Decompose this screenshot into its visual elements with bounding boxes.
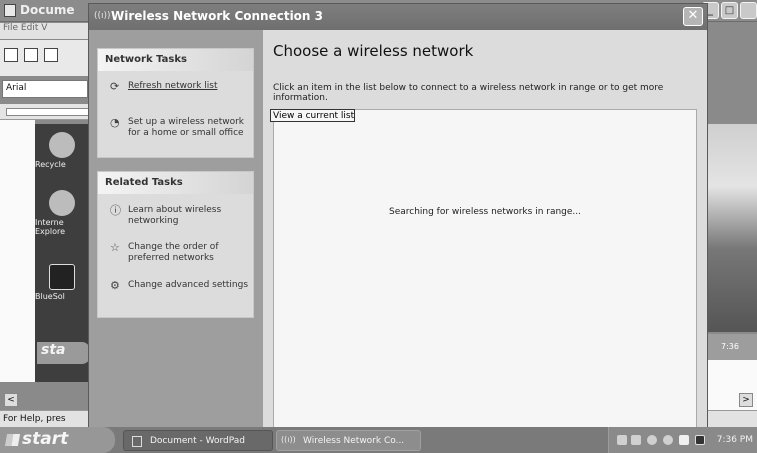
advanced-settings-link[interactable]: ⚙ Change advanced settings (110, 279, 250, 292)
taskbar-wireless-button[interactable]: ((ı)) Wireless Network Co... (276, 430, 421, 451)
refresh-network-list-label[interactable]: Refresh network list (128, 81, 217, 91)
close-button[interactable]: ✕ (683, 7, 703, 26)
wireless-taskbar-icon: ((ı)) (281, 435, 296, 444)
wordpad-window-controls: _ □ (702, 2, 757, 19)
related-tasks-header: Related Tasks (98, 172, 253, 194)
bluetooth-icon (49, 264, 75, 290)
internet-explorer-desktop-icon: Interne Explore (35, 190, 90, 236)
new-document-icon[interactable] (4, 48, 18, 62)
info-icon: ⓘ (110, 204, 121, 217)
save-icon[interactable] (44, 48, 58, 62)
wireless-titlebar[interactable]: ((ı)) Wireless Network Connection 3 ✕ (89, 4, 707, 30)
close-icon[interactable] (740, 2, 757, 19)
page-title: Choose a wireless network (273, 42, 474, 60)
recycle-bin-icon (49, 132, 75, 158)
wordpad-toolbar (0, 40, 90, 76)
change-order-label[interactable]: Change the order of preferred networks (128, 242, 218, 263)
setup-network-icon: ◔ (110, 116, 120, 129)
security-tray-icon[interactable] (647, 435, 657, 445)
tooltip: View a current list (270, 109, 355, 122)
related-tasks-box: Related Tasks ⓘ Learn about wireless net… (97, 171, 254, 318)
learn-wireless-label[interactable]: Learn about wireless networking (128, 205, 221, 226)
wordpad-title: Docume (20, 3, 75, 17)
network-tasks-header: Network Tasks (98, 49, 253, 71)
document-area[interactable] (0, 120, 35, 382)
recycle-bin-desktop-icon: Recycle (35, 132, 90, 169)
bluesoleil-label: BlueSol (35, 292, 65, 301)
wordpad-menubar[interactable]: File Edit V (0, 23, 90, 39)
learn-wireless-link[interactable]: ⓘ Learn about wireless networking (110, 205, 250, 227)
ruler-scale (6, 108, 90, 116)
setup-wireless-network-link[interactable]: ◔ Set up a wireless network for a home o… (110, 117, 250, 139)
taskbar-wordpad-button[interactable]: Document - WordPad (123, 430, 273, 451)
taskbar-wordpad-label: Document - WordPad (150, 436, 245, 446)
bluesoleil-desktop-icon: BlueSol (35, 264, 90, 301)
windows-flag-icon (4, 434, 21, 446)
sync-tray-icon[interactable] (663, 435, 673, 445)
wordpad-document-icon (4, 4, 16, 17)
wordpad-icon (132, 436, 142, 447)
app-tray-icon[interactable] (679, 435, 689, 445)
desktop-thumbnail: Recycle Interne Explore BlueSol sta (35, 124, 90, 382)
wireless-signal-icon: ((ı)) (94, 11, 111, 21)
start-label: start (22, 429, 69, 449)
wireless-network-window: ((ı)) Wireless Network Connection 3 ✕ Ne… (88, 3, 708, 431)
setup-wireless-network-label[interactable]: Set up a wireless network for a home or … (128, 117, 244, 138)
star-icon: ☆ (110, 241, 120, 254)
searching-status: Searching for wireless networks in range… (388, 207, 582, 217)
taskbar-wireless-label: Wireless Network Co... (303, 436, 405, 446)
instruction-text: Click an item in the list below to conne… (273, 83, 664, 103)
scroll-left-button[interactable]: < (4, 393, 18, 407)
network-tray-icon[interactable] (617, 435, 627, 445)
scroll-right-button[interactable]: > (739, 393, 753, 407)
refresh-icon: ⟳ (110, 80, 120, 93)
start-button[interactable]: start (0, 427, 115, 453)
network-list-pane: Choose a wireless network Click an item … (263, 30, 707, 431)
desktop-wallpaper (707, 124, 757, 332)
settings-icon: ⚙ (110, 279, 120, 292)
ruler (0, 104, 90, 120)
start-mini: sta (37, 342, 90, 364)
refresh-network-list-link[interactable]: ⟳ Refresh network list (110, 80, 250, 93)
recycle-bin-label: Recycle (35, 160, 66, 169)
wireless-tray-icon[interactable] (631, 435, 641, 445)
menu-text[interactable]: File Edit V (3, 23, 47, 33)
network-tasks-box: Network Tasks ⟳ Refresh network list ◔ S… (97, 48, 254, 158)
internet-explorer-icon (49, 190, 75, 216)
mini-tray-clock: 7:36 (707, 334, 757, 360)
window-title: Wireless Network Connection 3 (111, 9, 323, 23)
system-tray: 7:36 PM (608, 427, 757, 453)
maximize-icon[interactable]: □ (721, 2, 738, 19)
internet-explorer-label: Interne Explore (35, 218, 66, 236)
change-order-link[interactable]: ☆ Change the order of preferred networks (110, 242, 250, 264)
font-name-field[interactable]: Arial (2, 80, 88, 98)
bluetooth-tray-icon[interactable] (695, 435, 705, 445)
taskbar: start Document - WordPad ((ı)) Wireless … (0, 427, 757, 453)
advanced-settings-label[interactable]: Change advanced settings (128, 280, 248, 290)
network-list[interactable]: Searching for wireless networks in range… (273, 109, 697, 431)
open-folder-icon[interactable] (24, 48, 38, 62)
task-pane: Network Tasks ⟳ Refresh network list ◔ S… (89, 30, 263, 429)
clock[interactable]: 7:36 PM (717, 435, 753, 445)
